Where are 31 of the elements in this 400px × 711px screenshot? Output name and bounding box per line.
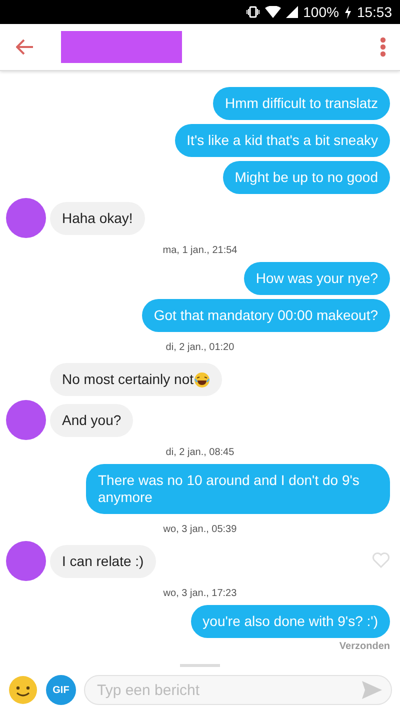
charging-icon — [344, 6, 352, 18]
timestamp: wo, 3 jan., 05:39 — [162, 524, 238, 535]
received-message: And you? — [50, 404, 134, 437]
delivery-status: Verzonden — [338, 641, 390, 652]
sent-message: Got that mandatory 00:00 makeout? — [142, 299, 390, 332]
sent-message: Hmm difficult to translatz — [212, 87, 390, 120]
gif-button[interactable]: GIF — [46, 675, 76, 705]
battery-text: 100% — [303, 4, 339, 20]
received-message: I can relate :) — [50, 545, 156, 578]
timestamp: di, 2 jan., 01:20 — [164, 342, 236, 353]
vibrate-icon — [246, 6, 260, 18]
smiley-icon[interactable] — [8, 675, 38, 705]
avatar[interactable] — [6, 541, 46, 581]
clock: 15:53 — [356, 4, 392, 20]
avatar[interactable] — [6, 400, 46, 440]
sent-message: Might be up to no good — [222, 161, 390, 194]
laughing-face-icon — [194, 372, 210, 388]
timestamp: ma, 1 jan., 21:54 — [162, 245, 238, 256]
timestamp: di, 2 jan., 08:45 — [164, 447, 236, 458]
wifi-icon — [265, 6, 282, 18]
sent-message: There was no 10 around and I don't do 9's anymore — [86, 464, 390, 514]
signal-icon — [286, 6, 298, 18]
sent-message: It's like a kid that's a bit sneaky — [174, 124, 390, 157]
received-message: Haha okay! — [50, 202, 145, 235]
more-options-icon[interactable] — [380, 37, 386, 57]
sent-message: How was your nye? — [244, 262, 390, 295]
timestamp: wo, 3 jan., 17:23 — [162, 588, 238, 599]
avatar[interactable] — [6, 198, 46, 238]
sent-message: you're also done with 9's? :') — [190, 605, 390, 638]
message-input[interactable]: Typ een bericht — [84, 675, 392, 705]
received-message: No most certainly not — [50, 363, 222, 396]
